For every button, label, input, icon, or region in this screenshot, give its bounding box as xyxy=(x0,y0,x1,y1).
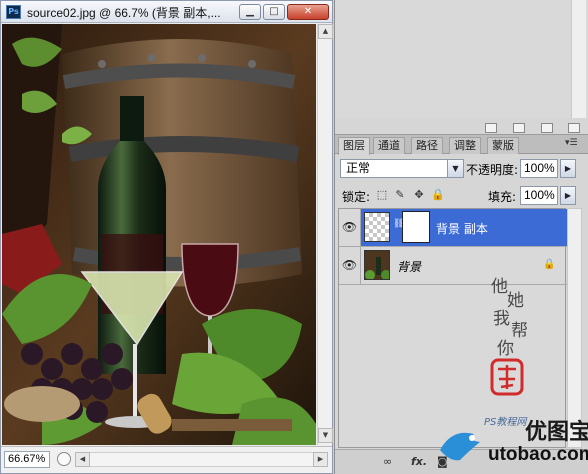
watermark-small-text: PS教程网 xyxy=(484,417,527,428)
layers-scrollbar[interactable] xyxy=(567,208,582,448)
scroll-left-icon[interactable]: ◀ xyxy=(75,452,90,467)
chevron-down-icon[interactable]: ▼ xyxy=(447,160,463,177)
lock-brush-icon[interactable]: ✎ xyxy=(393,188,407,201)
upper-panel-scrollbar[interactable] xyxy=(571,0,586,118)
fill-field[interactable]: 100% xyxy=(520,186,558,205)
document-vertical-scrollbar[interactable]: ▲ ▼ xyxy=(317,24,333,445)
tab-channels[interactable]: 通道 xyxy=(373,137,405,154)
layer-name: 背景 副本 xyxy=(436,222,488,236)
eye-icon[interactable]: 👁 xyxy=(339,209,361,246)
fill-arrow-icon[interactable]: ▶ xyxy=(560,186,576,205)
clear-icon[interactable] xyxy=(485,122,497,133)
background-thumbnail-image xyxy=(365,251,389,279)
lock-all-icon[interactable]: 🔒 xyxy=(431,188,445,201)
layer-name: 背景 xyxy=(397,260,422,274)
blend-mode-value: 正常 xyxy=(346,161,371,175)
lock-label: 锁定: xyxy=(342,190,371,204)
tab-masks[interactable]: 蒙版 xyxy=(487,137,519,154)
site-watermark: PS教程网 优图宝 utobao.com xyxy=(430,414,588,474)
upper-panel-icons xyxy=(485,120,588,133)
layer-thumbnail xyxy=(364,250,390,280)
document-statusbar: 66.67% ◀ ▶ xyxy=(1,446,332,473)
link-icon[interactable]: ∞ xyxy=(383,455,392,468)
minimize-button[interactable]: ▁ xyxy=(239,4,261,20)
layer-mask-thumbnail[interactable] xyxy=(402,211,430,243)
tab-adjustments[interactable]: 调整 xyxy=(449,137,481,154)
document-horizontal-scrollbar[interactable]: ◀ ▶ xyxy=(75,452,328,467)
image-canvas[interactable] xyxy=(2,24,316,445)
lock-transparent-icon[interactable]: ⬚ xyxy=(375,188,389,201)
wine-photo xyxy=(2,24,316,445)
scroll-right-icon[interactable]: ▶ xyxy=(313,452,328,467)
opacity-field[interactable]: 100% xyxy=(520,159,558,178)
layer-thumbnail xyxy=(364,212,390,242)
new-item-icon[interactable] xyxy=(512,122,525,133)
watermark-site-name: 优图宝 xyxy=(525,420,588,445)
trash-icon[interactable] xyxy=(540,122,553,133)
fill-label: 填充: xyxy=(488,190,517,204)
maximize-button[interactable]: □ xyxy=(263,4,285,20)
calligraphy-char: 我 xyxy=(493,309,510,329)
document-window: Ps source02.jpg @ 66.7% (背景 副本,... ▁ □ ✕ xyxy=(0,0,333,474)
photoshop-app-icon: Ps xyxy=(6,5,21,19)
right-panel-dock: 图层 通道 路径 调整 蒙版 ▾☰ 正常 ▼ 不透明度: 100% ▶ 锁定: … xyxy=(334,0,588,474)
tab-layers[interactable]: 图层 xyxy=(338,137,370,155)
zoom-field[interactable]: 66.67% xyxy=(4,451,50,468)
scroll-down-icon[interactable]: ▼ xyxy=(318,428,333,443)
scroll-up-icon[interactable]: ▲ xyxy=(318,24,333,39)
layers-panel-tabs: 图层 通道 路径 调整 蒙版 ▾☰ xyxy=(335,135,588,155)
red-seal-stamp xyxy=(490,358,524,396)
blend-mode-select[interactable]: 正常 ▼ xyxy=(340,159,464,178)
tab-paths[interactable]: 路径 xyxy=(411,137,443,154)
document-title: source02.jpg @ 66.7% (背景 副本,... xyxy=(27,6,221,20)
expand-icon[interactable] xyxy=(568,122,581,133)
eye-icon[interactable]: 👁 xyxy=(339,247,361,284)
calligraphy-char: 你 xyxy=(497,339,514,359)
bird-logo-icon xyxy=(440,432,480,461)
opacity-label: 不透明度: xyxy=(466,163,519,177)
status-menu-button[interactable] xyxy=(57,452,71,466)
mask-link-icon[interactable]: ⛓ xyxy=(393,219,404,235)
layer-row-background-copy[interactable]: 👁 ⛓ 背景 副本 xyxy=(339,209,567,247)
opacity-arrow-icon[interactable]: ▶ xyxy=(560,159,576,178)
fx-icon[interactable]: fx. xyxy=(411,455,427,468)
panel-menu-icon[interactable]: ▾☰ xyxy=(565,138,578,148)
lock-move-icon[interactable]: ✥ xyxy=(412,188,426,201)
lock-icon: 🔒 xyxy=(543,259,556,270)
upper-panel xyxy=(335,0,588,118)
calligraphy-char: 他 xyxy=(491,277,508,297)
document-titlebar[interactable]: Ps source02.jpg @ 66.7% (背景 副本,... ▁ □ ✕ xyxy=(1,1,332,23)
close-button[interactable]: ✕ xyxy=(287,4,329,20)
watermark-url: utobao.com xyxy=(488,444,588,465)
